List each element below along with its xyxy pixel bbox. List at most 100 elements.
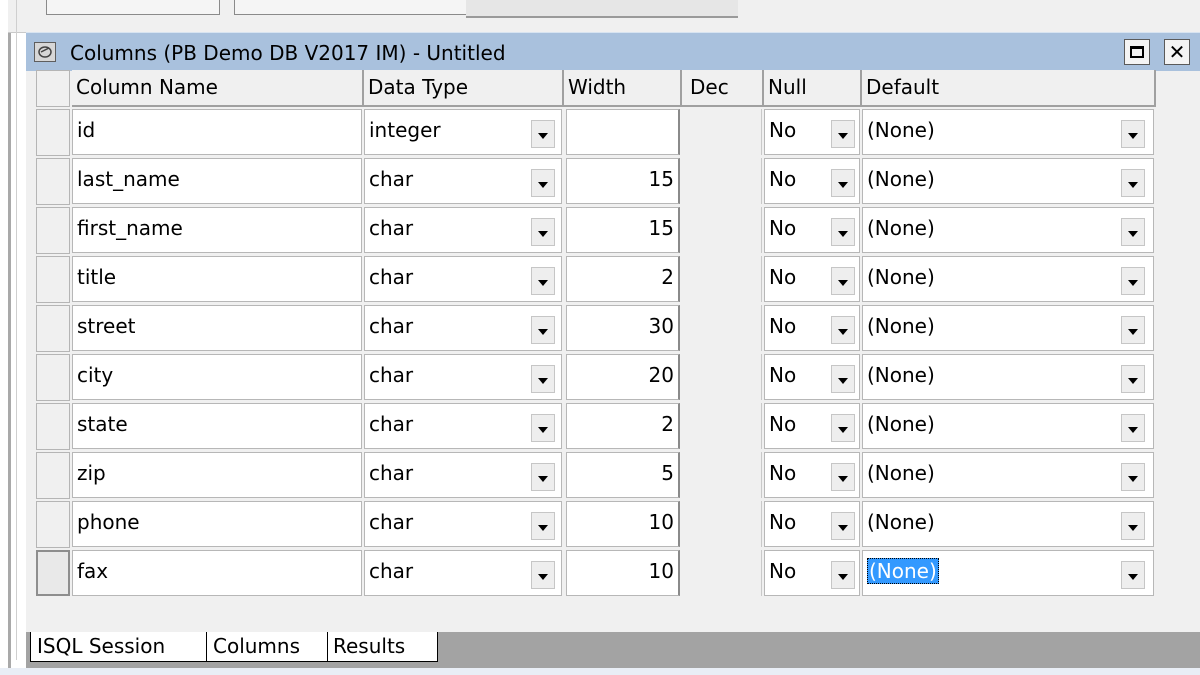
chevron-down-icon[interactable]: [1121, 267, 1145, 295]
column-name-cell[interactable]: title: [72, 256, 362, 302]
null-cell[interactable]: No: [764, 158, 860, 204]
width-cell[interactable]: 30: [566, 305, 680, 351]
data-type-cell[interactable]: char: [364, 305, 562, 351]
chevron-down-icon[interactable]: [531, 316, 555, 344]
chevron-down-icon[interactable]: [531, 218, 555, 246]
width-cell[interactable]: [566, 109, 680, 155]
chevron-down-icon[interactable]: [531, 561, 555, 589]
null-cell[interactable]: No: [764, 501, 860, 547]
header-null[interactable]: Null: [764, 70, 862, 107]
column-name-cell[interactable]: city: [72, 354, 362, 400]
chevron-down-icon[interactable]: [831, 463, 855, 491]
chevron-down-icon[interactable]: [1121, 120, 1145, 148]
data-type-cell[interactable]: char: [364, 403, 562, 449]
data-type-cell[interactable]: char: [364, 207, 562, 253]
null-cell[interactable]: No: [764, 256, 860, 302]
chevron-down-icon[interactable]: [831, 169, 855, 197]
column-name-cell[interactable]: fax: [72, 550, 362, 596]
chevron-down-icon[interactable]: [531, 463, 555, 491]
width-cell[interactable]: 2: [566, 256, 680, 302]
chevron-down-icon[interactable]: [831, 365, 855, 393]
chevron-down-icon[interactable]: [531, 267, 555, 295]
column-name-cell[interactable]: id: [72, 109, 362, 155]
chevron-down-icon[interactable]: [831, 561, 855, 589]
data-type-cell[interactable]: char: [364, 452, 562, 498]
width-cell[interactable]: 10: [566, 550, 680, 596]
top-tab-1[interactable]: [46, 0, 220, 15]
chevron-down-icon[interactable]: [831, 120, 855, 148]
width-cell[interactable]: 20: [566, 354, 680, 400]
chevron-down-icon[interactable]: [831, 218, 855, 246]
row-selector[interactable]: [36, 501, 70, 548]
chevron-down-icon[interactable]: [1121, 561, 1145, 589]
chevron-down-icon[interactable]: [1121, 463, 1145, 491]
chevron-down-icon[interactable]: [831, 267, 855, 295]
width-cell[interactable]: 15: [566, 207, 680, 253]
null-cell[interactable]: No: [764, 305, 860, 351]
null-cell[interactable]: No: [764, 452, 860, 498]
chevron-down-icon[interactable]: [531, 365, 555, 393]
data-type-cell[interactable]: char: [364, 501, 562, 547]
row-selector[interactable]: [36, 207, 70, 254]
default-cell[interactable]: (None): [862, 305, 1154, 351]
column-name-cell[interactable]: phone: [72, 501, 362, 547]
chevron-down-icon[interactable]: [531, 512, 555, 540]
default-cell[interactable]: (None): [862, 501, 1154, 547]
row-selector[interactable]: [36, 109, 70, 156]
default-cell[interactable]: (None): [862, 354, 1154, 400]
data-type-cell[interactable]: char: [364, 354, 562, 400]
width-cell[interactable]: 10: [566, 501, 680, 547]
data-type-cell[interactable]: integer: [364, 109, 562, 155]
chevron-down-icon[interactable]: [1121, 316, 1145, 344]
data-type-cell[interactable]: char: [364, 158, 562, 204]
column-name-cell[interactable]: zip: [72, 452, 362, 498]
data-type-cell[interactable]: char: [364, 550, 562, 596]
default-cell[interactable]: (None): [862, 403, 1154, 449]
chevron-down-icon[interactable]: [531, 169, 555, 197]
null-cell[interactable]: No: [764, 109, 860, 155]
row-selector[interactable]: [36, 550, 70, 596]
chevron-down-icon[interactable]: [1121, 365, 1145, 393]
close-button[interactable]: ✕: [1164, 39, 1190, 65]
chevron-down-icon[interactable]: [1121, 414, 1145, 442]
column-name-cell[interactable]: state: [72, 403, 362, 449]
chevron-down-icon[interactable]: [1121, 218, 1145, 246]
default-cell[interactable]: (None): [862, 158, 1154, 204]
width-cell[interactable]: 15: [566, 158, 680, 204]
null-cell[interactable]: No: [764, 550, 860, 596]
column-name-cell[interactable]: first_name: [72, 207, 362, 253]
chevron-down-icon[interactable]: [1121, 512, 1145, 540]
null-cell[interactable]: No: [764, 403, 860, 449]
header-width[interactable]: Width: [564, 70, 682, 107]
chevron-down-icon[interactable]: [831, 512, 855, 540]
chevron-down-icon[interactable]: [831, 414, 855, 442]
default-cell[interactable]: (None): [862, 109, 1154, 155]
row-selector[interactable]: [36, 403, 70, 450]
default-cell[interactable]: (None): [862, 550, 1154, 596]
window-app-icon[interactable]: [34, 42, 56, 62]
chevron-down-icon[interactable]: [1121, 169, 1145, 197]
default-cell[interactable]: (None): [862, 256, 1154, 302]
row-selector[interactable]: [36, 305, 70, 352]
header-data-type[interactable]: Data Type: [364, 70, 564, 107]
null-cell[interactable]: No: [764, 207, 860, 253]
row-selector[interactable]: [36, 158, 70, 205]
row-selector[interactable]: [36, 452, 70, 499]
row-selector[interactable]: [36, 354, 70, 401]
null-cell[interactable]: No: [764, 354, 860, 400]
default-cell[interactable]: (None): [862, 207, 1154, 253]
window-titlebar[interactable]: Columns (PB Demo DB V2017 IM) - Untitled…: [26, 32, 1200, 71]
tab-columns[interactable]: Columns: [206, 632, 328, 662]
data-type-cell[interactable]: char: [364, 256, 562, 302]
width-cell[interactable]: 2: [566, 403, 680, 449]
tab-results[interactable]: Results: [326, 632, 438, 662]
header-column-name[interactable]: Column Name: [72, 70, 364, 107]
chevron-down-icon[interactable]: [831, 316, 855, 344]
width-cell[interactable]: 5: [566, 452, 680, 498]
header-default[interactable]: Default: [862, 70, 1156, 107]
maximize-button[interactable]: [1124, 39, 1150, 65]
default-cell[interactable]: (None): [862, 452, 1154, 498]
row-selector[interactable]: [36, 256, 70, 303]
chevron-down-icon[interactable]: [531, 414, 555, 442]
column-name-cell[interactable]: street: [72, 305, 362, 351]
